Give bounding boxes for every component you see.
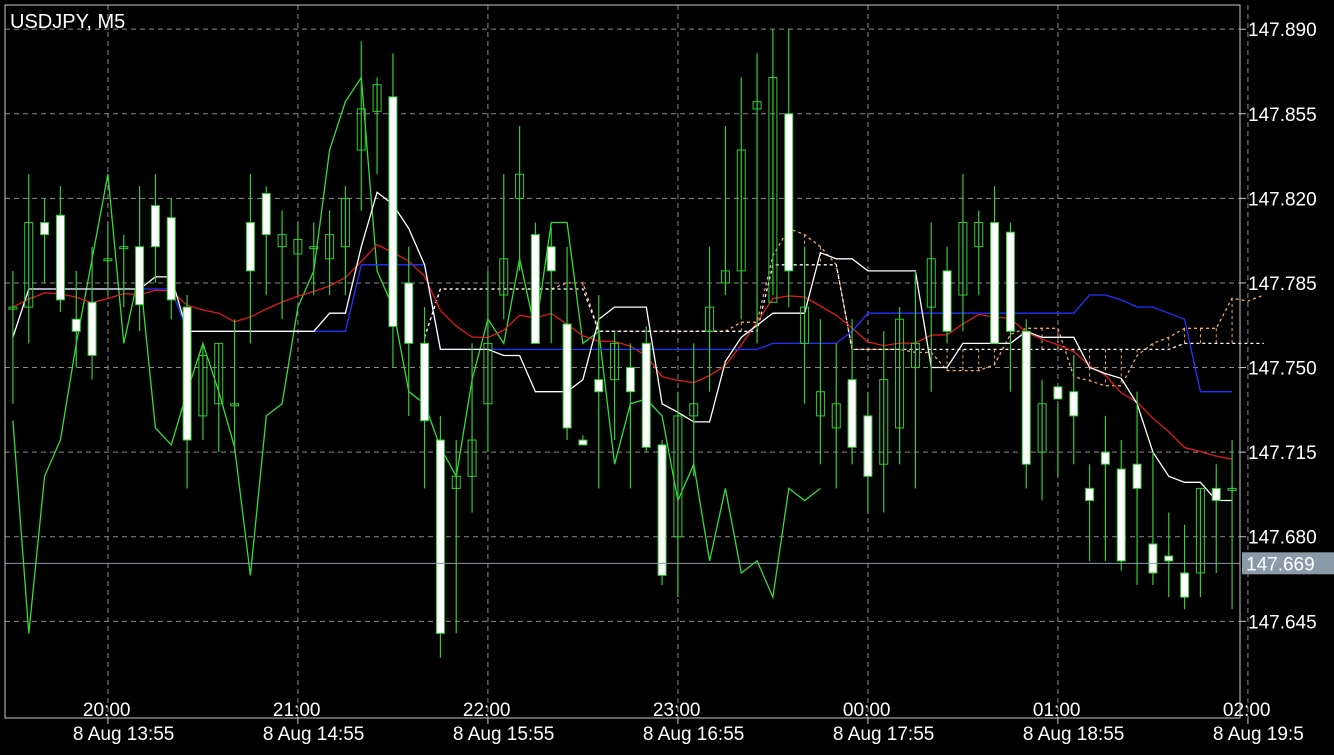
candle-body	[150, 205, 160, 248]
candle-body	[182, 306, 192, 441]
current-price-label: 147.669	[1246, 554, 1315, 575]
candle-body	[1164, 555, 1174, 562]
x-tick-label-date: 8 Aug 14:55	[263, 724, 364, 745]
candle-body	[388, 96, 398, 327]
candle-body	[942, 270, 952, 332]
candle-body	[420, 342, 430, 422]
x-tick-label-date: 8 Aug 19:5	[1213, 724, 1304, 745]
candle-body	[435, 439, 445, 634]
candle-body	[1211, 487, 1221, 501]
usdjpy-m5-chart[interactable]: 147.669 147.890 147.855 147.820 147.785 147.…	[0, 0, 1334, 750]
y-tick-label: 147.715	[1248, 443, 1317, 464]
candle-body	[40, 222, 50, 236]
candle-body	[546, 246, 556, 272]
candle-body	[1132, 463, 1142, 489]
x-tick-label-date: 8 Aug 17:55	[833, 724, 934, 745]
candle-body	[1085, 487, 1095, 501]
candle-body	[1148, 543, 1158, 574]
candle-body	[404, 282, 414, 344]
candle-body	[71, 318, 81, 332]
candle-body	[625, 367, 635, 393]
candle-body	[1053, 386, 1063, 400]
y-tick-label: 147.680	[1248, 528, 1317, 549]
chart-title: USDJPY, M5	[10, 11, 125, 33]
candle-body	[657, 444, 667, 576]
y-tick-label: 147.820	[1248, 189, 1317, 210]
y-tick-label: 147.855	[1248, 105, 1317, 126]
candle-body	[863, 415, 873, 477]
candle-body	[87, 301, 97, 356]
candle-body	[1116, 468, 1126, 562]
candle-body	[1180, 572, 1190, 598]
candle-body	[578, 439, 588, 446]
x-tick-label-date: 8 Aug 18:55	[1023, 724, 1124, 745]
x-tick-label-date: 8 Aug 15:55	[453, 724, 554, 745]
candle-body	[784, 113, 794, 272]
x-tick-label-date: 8 Aug 16:55	[643, 724, 744, 745]
candle-body	[245, 222, 255, 272]
candle-body	[1021, 330, 1031, 465]
candle-body	[55, 214, 65, 301]
candle-body	[530, 234, 540, 344]
y-tick-label: 147.645	[1248, 612, 1317, 633]
y-tick-label: 147.890	[1248, 20, 1317, 41]
y-tick-label: 147.785	[1248, 274, 1317, 295]
chart-background	[0, 0, 1334, 750]
chart-canvas[interactable]: 147.669 147.890 147.855 147.820 147.785 147.…	[0, 0, 1334, 750]
candle-body	[990, 222, 1000, 344]
candle-body	[847, 379, 857, 448]
x-tick-label-date: 8 Aug 13:55	[73, 724, 174, 745]
candle-body	[1005, 231, 1015, 332]
candle-body	[594, 379, 604, 393]
candle-body	[1069, 391, 1079, 417]
candle-body	[261, 193, 271, 236]
candle-body	[166, 217, 176, 301]
candle-body	[135, 246, 145, 306]
candle-body	[562, 323, 572, 429]
y-tick-label: 147.750	[1248, 359, 1317, 380]
candle-body	[641, 342, 651, 448]
candle-body	[1100, 451, 1110, 465]
